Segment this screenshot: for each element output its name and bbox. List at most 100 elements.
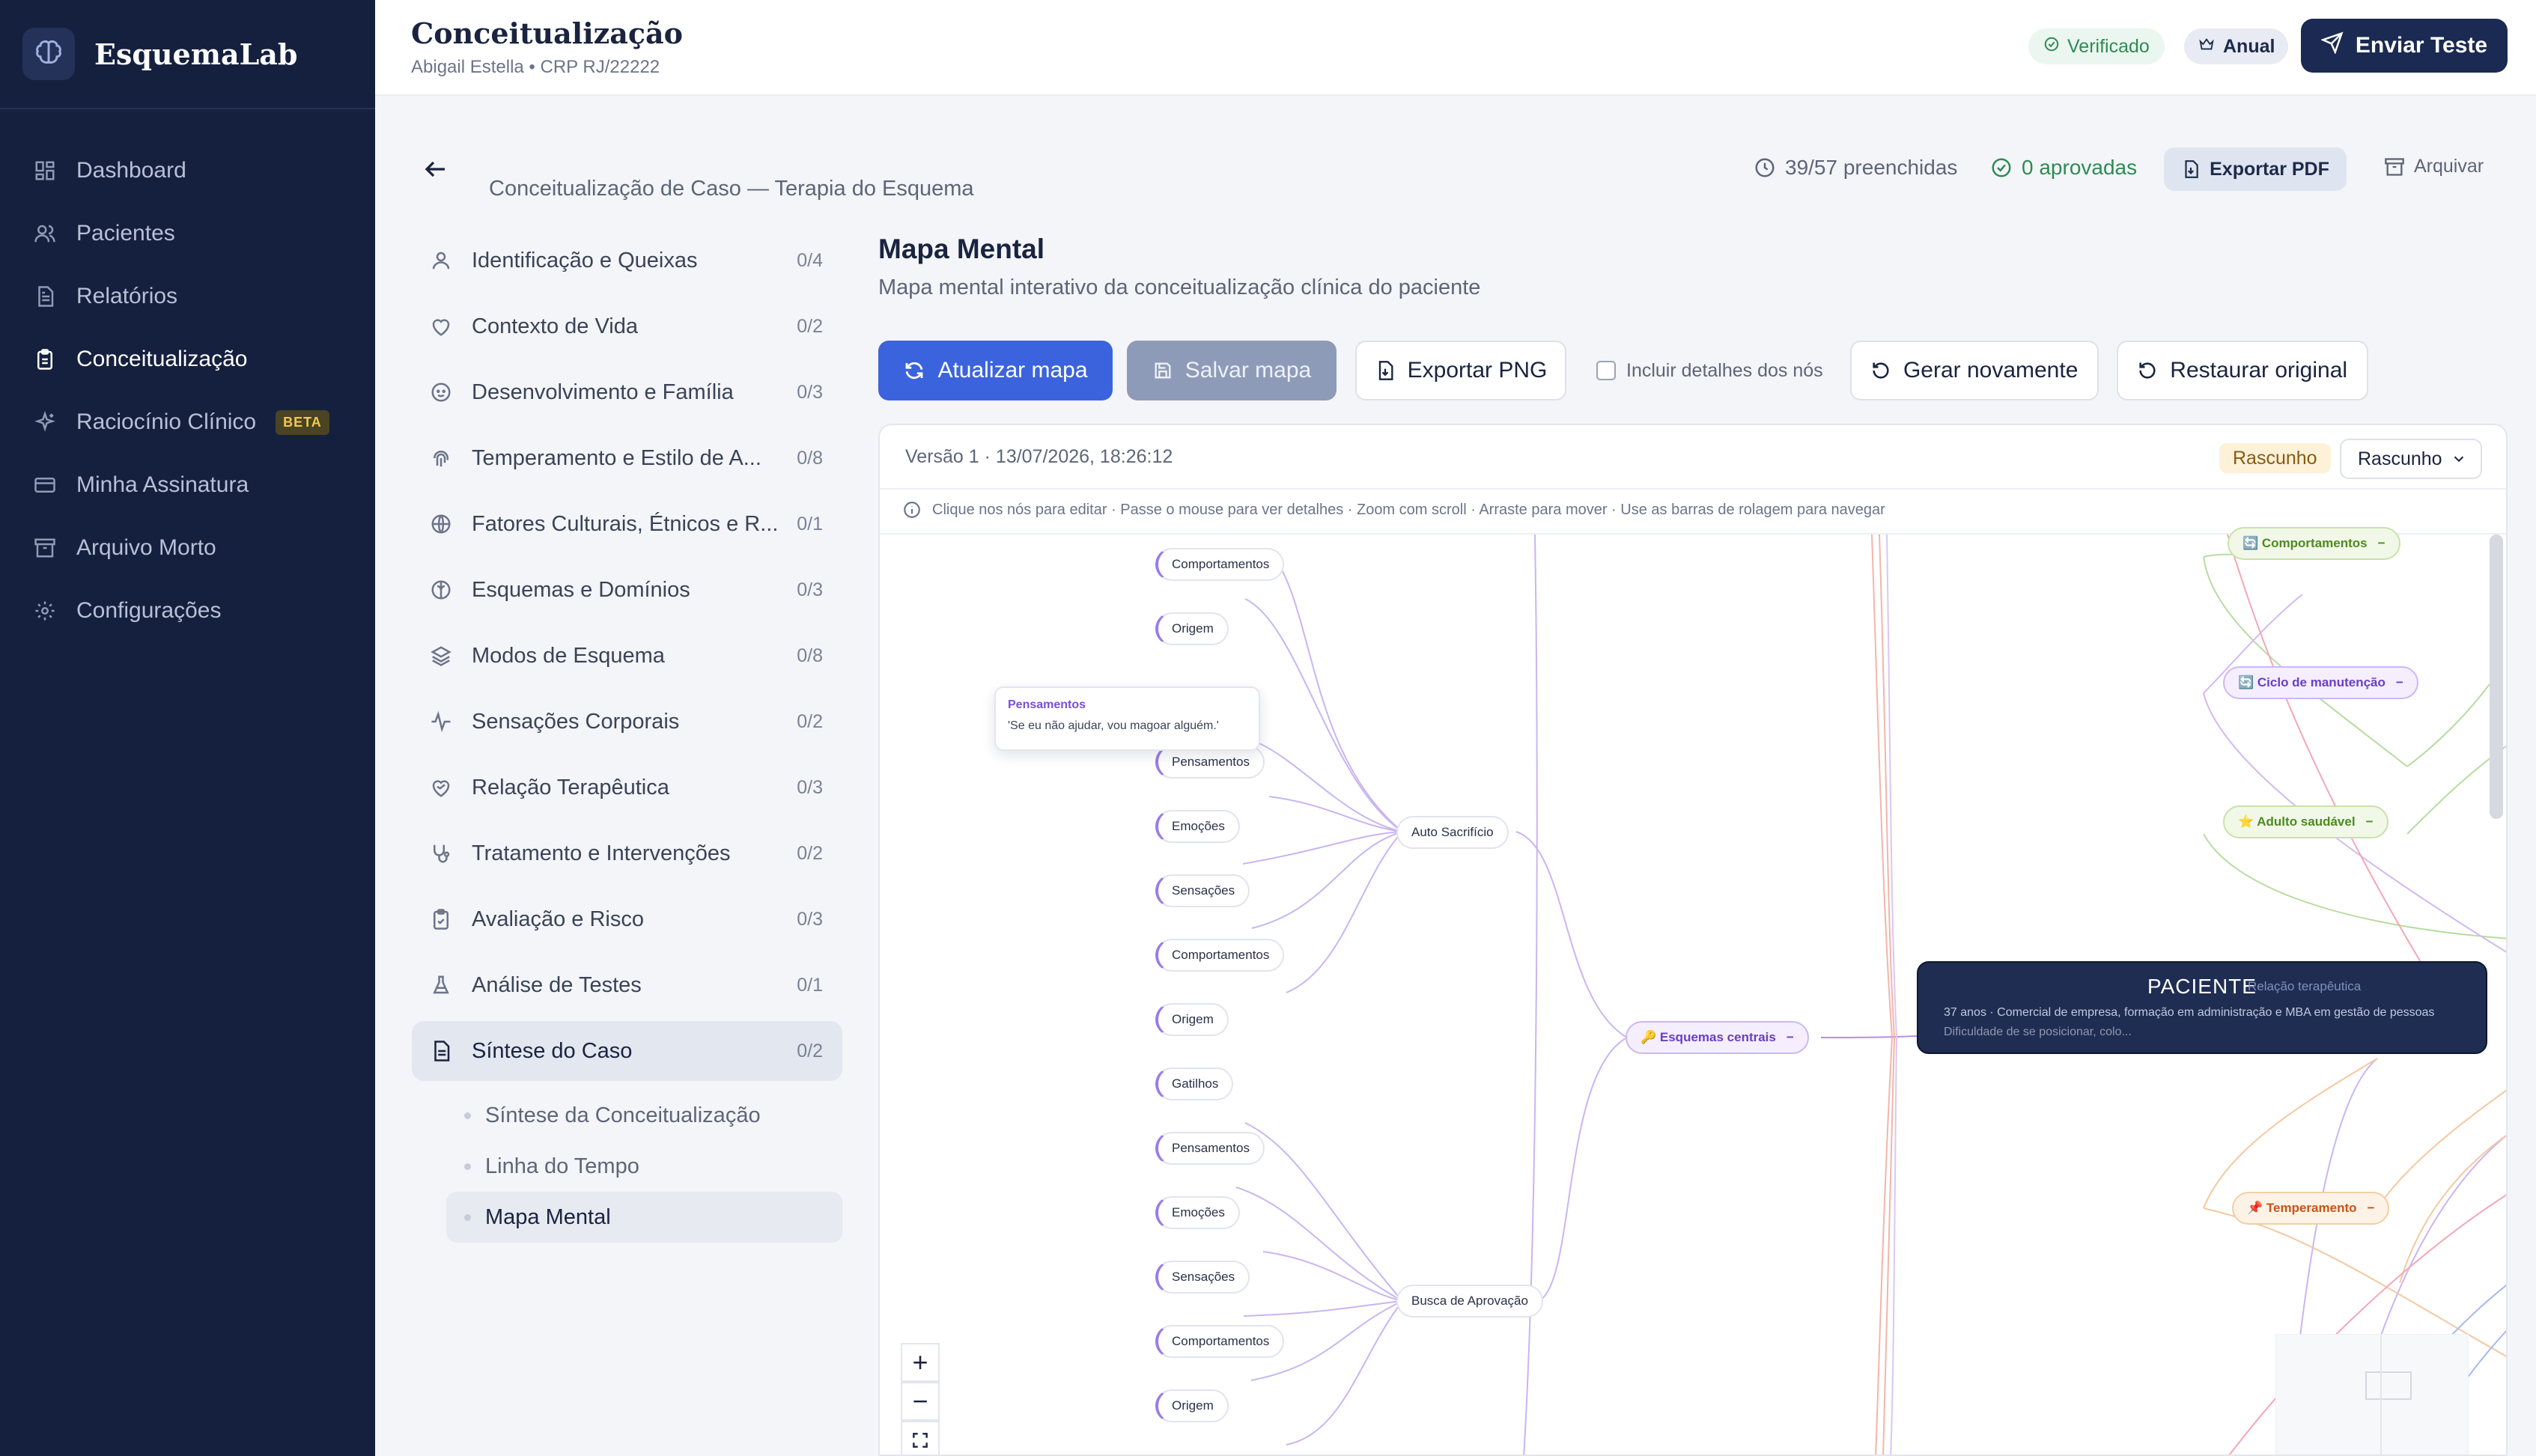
map-node-adulto-saudavel[interactable]: ⭐ Adulto saudável − (2223, 805, 2388, 838)
sidebar-item-pacientes[interactable]: Pacientes (0, 202, 375, 265)
map-node-sensacoes[interactable]: Sensações (1155, 1261, 1250, 1294)
collapse-icon[interactable]: − (2396, 675, 2403, 690)
sidebar-item-label: Conceitualização (76, 347, 248, 371)
send-test-button[interactable]: Enviar Teste (2301, 19, 2508, 73)
sidebar-item-configuracoes[interactable]: Configurações (0, 579, 375, 642)
restore-original-button[interactable]: Restaurar original (2116, 341, 2368, 400)
section-fatores-culturais[interactable]: Fatores Culturais, Étnicos e R... 0/1 (412, 491, 842, 557)
user-icon (428, 248, 454, 273)
archive-label: Arquivar (2414, 156, 2484, 177)
sidebar-item-minha-assinatura[interactable]: Minha Assinatura (0, 454, 375, 517)
section-avaliacao-e-risco[interactable]: Avaliação e Risco 0/3 (412, 886, 842, 952)
baby-face-icon (428, 380, 454, 405)
section-label: Temperamento e Estilo de A... (472, 445, 761, 470)
section-contexto-de-vida[interactable]: Contexto de Vida 0/2 (412, 293, 842, 359)
collapse-icon[interactable]: − (2366, 814, 2374, 829)
section-count: 0/1 (797, 974, 823, 996)
map-node-origem[interactable]: Origem (1155, 612, 1229, 645)
vertical-scrollbar[interactable] (2490, 534, 2503, 819)
section-analise-de-testes[interactable]: Análise de Testes 0/1 (412, 952, 842, 1018)
map-node-sensacoes[interactable]: Sensações (1155, 874, 1250, 907)
section-count: 0/8 (797, 645, 823, 666)
brand[interactable]: EsquemaLab (0, 0, 375, 109)
case-title: Conceitualização de Caso — Terapia do Es… (489, 177, 974, 201)
include-details-checkbox[interactable]: Incluir detalhes dos nós (1596, 360, 1823, 382)
map-node-temperamento[interactable]: 📌 Temperamento − (2232, 1192, 2390, 1225)
export-png-button[interactable]: Exportar PNG (1355, 341, 1566, 400)
map-node-comportamentos[interactable]: Comportamentos (1155, 1325, 1285, 1358)
section-identificacao[interactable]: Identificação e Queixas 0/4 (412, 228, 842, 293)
section-label: Contexto de Vida (472, 314, 638, 338)
section-esquemas-e-dominios[interactable]: Esquemas e Domínios 0/3 (412, 557, 842, 623)
map-node-origem[interactable]: Origem (1155, 1003, 1229, 1036)
map-node-origem[interactable]: Origem (1155, 1389, 1229, 1422)
map-node-gatilhos[interactable]: Gatilhos (1155, 1067, 1234, 1100)
check-circle-icon (2043, 36, 2060, 58)
map-node-ciclo-de-manutencao[interactable]: 🔄 Ciclo de manutenção − (2223, 666, 2418, 699)
section-desenvolvimento[interactable]: Desenvolvimento e Família 0/3 (412, 359, 842, 425)
minimap[interactable] (2275, 1334, 2469, 1455)
sidebar-item-dashboard[interactable]: Dashboard (0, 139, 375, 202)
section-temperamento[interactable]: Temperamento e Estilo de A... 0/8 (412, 425, 842, 491)
map-node-emocoes[interactable]: Emoções (1155, 1196, 1240, 1229)
collapse-icon[interactable]: − (1787, 1030, 1794, 1045)
plan-badge: Anual (2184, 28, 2289, 64)
section-count: 0/3 (797, 381, 823, 403)
subsection-sintese-conceitualizacao[interactable]: Síntese da Conceitualização (412, 1090, 842, 1141)
map-node-comportamentos[interactable]: Comportamentos (1155, 548, 1285, 581)
export-pdf-label: Exportar PDF (2210, 158, 2329, 180)
back-button[interactable] (422, 156, 452, 186)
sidebar-item-label: Dashboard (76, 158, 186, 183)
sidebar-item-relatorios[interactable]: Relatórios (0, 265, 375, 328)
mind-map-canvas[interactable]: Comportamentos Origem Pensamentos Emoçõe… (880, 527, 2506, 1455)
map-hint: Clique nos nós para editar · Passe o mou… (902, 500, 1885, 520)
map-node-pensamentos[interactable]: Pensamentos (1155, 1132, 1265, 1165)
map-node-comportamentos-hub[interactable]: 🔄 Comportamentos − (2228, 527, 2400, 560)
collapse-icon[interactable]: − (2368, 1201, 2375, 1216)
map-node-emocoes[interactable]: Emoções (1155, 810, 1240, 843)
regenerate-button[interactable]: Gerar novamente (1849, 341, 2099, 400)
update-map-button[interactable]: Atualizar mapa (878, 341, 1113, 400)
verified-label: Verificado (2067, 35, 2150, 57)
send-icon (2320, 31, 2344, 60)
subsection-linha-do-tempo[interactable]: Linha do Tempo (412, 1141, 842, 1192)
sidebar: EsquemaLab Dashboard Pacientes Relatório… (0, 0, 375, 1456)
section-sensacoes-corporais[interactable]: Sensações Corporais 0/2 (412, 689, 842, 755)
checkbox-box[interactable] (1596, 361, 1616, 380)
map-node-comportamentos[interactable]: Comportamentos (1155, 939, 1285, 972)
save-map-button[interactable]: Salvar mapa (1127, 341, 1337, 400)
node-label: 🔄 Comportamentos (2242, 536, 2368, 550)
archive-button[interactable]: Arquivar (2384, 156, 2484, 177)
section-tratamento[interactable]: Tratamento e Intervenções 0/2 (412, 820, 842, 886)
bullet-dot (464, 1213, 471, 1221)
zoom-out-button[interactable]: − (901, 1382, 940, 1421)
section-modos-de-esquema[interactable]: Modos de Esquema 0/8 (412, 623, 842, 689)
sidebar-item-arquivo-morto[interactable]: Arquivo Morto (0, 517, 375, 579)
export-pdf-button[interactable]: Exportar PDF (2164, 147, 2347, 191)
sidebar-item-label: Raciocínio Clínico (76, 409, 257, 434)
restore-original-label: Restaurar original (2170, 358, 2348, 383)
fit-view-button[interactable] (901, 1421, 940, 1455)
update-map-label: Atualizar mapa (937, 358, 1088, 383)
map-node-auto-sacrificio[interactable]: Auto Sacrifício (1396, 816, 1509, 849)
map-node-esquemas-centrais[interactable]: 🔑 Esquemas centrais − (1626, 1021, 1809, 1054)
layers-icon (428, 643, 454, 668)
section-sintese-do-caso[interactable]: Síntese do Caso 0/2 (412, 1021, 842, 1081)
sidebar-item-raciocinio-clinico[interactable]: Raciocínio Clínico BETA (0, 391, 375, 454)
map-node-busca-de-aprovacao[interactable]: Busca de Aprovação (1396, 1285, 1543, 1318)
refresh-icon (906, 362, 923, 380)
collapse-icon[interactable]: − (2378, 536, 2386, 551)
subsection-label: Mapa Mental (485, 1204, 611, 1229)
section-count: 0/4 (797, 249, 823, 271)
subsection-mapa-mental[interactable]: Mapa Mental (446, 1192, 842, 1243)
map-toolbar: Atualizar mapa Salvar mapa Exportar PNG … (878, 341, 2368, 400)
map-node-paciente[interactable]: PACIENTE Relação terapêutica 37 anos · C… (1917, 961, 2487, 1054)
separator-dot: · (984, 446, 996, 467)
status-select[interactable]: Rascunho (2340, 439, 2482, 479)
sidebar-item-conceitualizacao[interactable]: Conceitualização (0, 328, 375, 391)
zoom-in-button[interactable]: + (901, 1343, 940, 1382)
section-relacao-terapeutica[interactable]: Relação Terapêutica 0/3 (412, 755, 842, 820)
include-details-label: Incluir detalhes dos nós (1626, 359, 1823, 381)
zoom-controls: + − (901, 1343, 940, 1455)
section-label: Identificação e Queixas (472, 248, 698, 272)
